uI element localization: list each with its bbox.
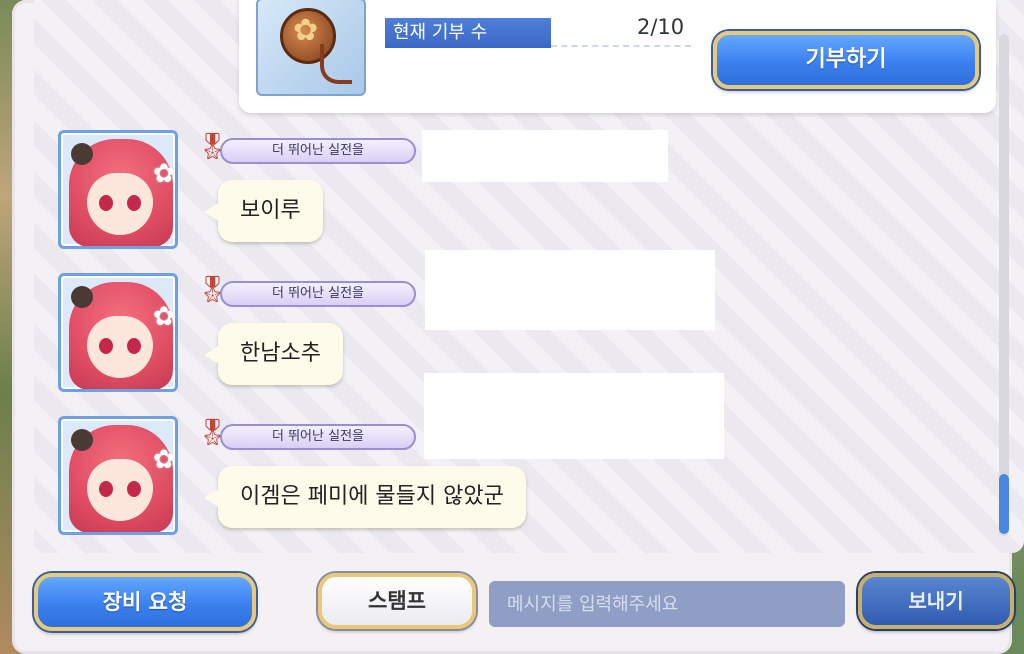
donation-progress-track [551, 45, 691, 50]
chat-message: ✿ 🎖 더 뛰어난 실전을 이겜은 페미에 물들지 않았군 [58, 373, 758, 540]
message-bubble: 보이루 [204, 180, 323, 242]
title-badge: 🎖 더 뛰어난 실전을 [196, 132, 416, 166]
title-badge-label: 더 뛰어난 실전을 [220, 424, 416, 450]
redacted-area [424, 373, 724, 459]
donation-card: 현재 기부 수 2/10 기부하기 [239, 0, 996, 113]
send-button[interactable]: 보내기 [858, 573, 1014, 629]
chat-panel: 현재 기부 수 2/10 기부하기 ✿ 🎖 더 뛰어난 실전을 보이루 ✿ [12, 0, 1024, 654]
message-bubble: 이겜은 페미에 물들지 않았군 [204, 466, 526, 528]
redacted-area [422, 130, 668, 182]
avatar[interactable]: ✿ [58, 273, 178, 392]
stamp-button[interactable]: 스탬프 [318, 573, 476, 629]
donation-label: 현재 기부 수 [385, 18, 551, 48]
pendant-icon[interactable] [256, 0, 366, 96]
title-badge: 🎖 더 뛰어난 실전을 [196, 275, 416, 309]
scrollbar-thumb[interactable] [999, 474, 1009, 534]
title-badge: 🎖 더 뛰어난 실전을 [196, 418, 416, 452]
message-bubble: 한남소추 [204, 323, 343, 385]
title-badge-label: 더 뛰어난 실전을 [220, 138, 416, 164]
message-input[interactable] [489, 581, 845, 627]
redacted-area [425, 250, 715, 330]
scrollbar-track[interactable] [999, 34, 1009, 536]
avatar[interactable]: ✿ [58, 130, 178, 249]
title-badge-label: 더 뛰어난 실전을 [220, 281, 416, 307]
chat-area: 현재 기부 수 2/10 기부하기 ✿ 🎖 더 뛰어난 실전을 보이루 ✿ [34, 0, 1024, 553]
equipment-request-button[interactable]: 장비 요청 [34, 573, 256, 631]
donation-count: 2/10 [637, 15, 685, 39]
donate-button[interactable]: 기부하기 [713, 31, 979, 89]
avatar[interactable]: ✿ [58, 416, 178, 535]
chat-message: ✿ 🎖 더 뛰어난 실전을 보이루 [58, 130, 758, 254]
